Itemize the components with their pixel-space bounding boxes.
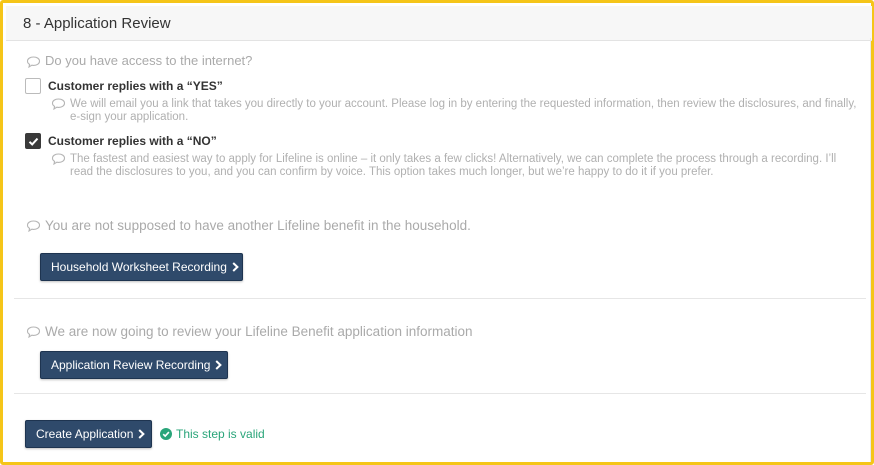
create-application-button[interactable]: Create Application [25,420,152,448]
question-internet-text: Do you have access to the internet? [45,53,253,68]
question-application-review: We are now going to review your Lifeline… [26,324,473,339]
step-title: 8 - Application Review [23,15,171,32]
household-worksheet-recording-label: Household Worksheet Recording [51,260,227,274]
section-divider [14,393,866,394]
option-yes-description-text: We will email you a link that takes you … [70,98,857,123]
panel-divider [870,38,871,462]
application-review-recording-label: Application Review Recording [51,358,211,372]
section-divider [14,298,866,299]
check-circle-icon [160,428,172,440]
option-no-description: The fastest and easiest way to apply for… [51,153,861,179]
comment-bubble-icon [51,153,66,165]
comment-bubble-icon [51,98,66,110]
comment-bubble-icon [26,220,41,233]
comment-bubble-icon [26,326,41,339]
household-worksheet-recording-button[interactable]: Household Worksheet Recording [40,253,243,281]
option-yes-description: We will email you a link that takes you … [51,98,861,124]
application-review-recording-button[interactable]: Application Review Recording [40,351,228,379]
option-no-description-text: The fastest and easiest way to apply for… [70,153,837,178]
question-application-review-text: We are now going to review your Lifeline… [45,324,473,339]
create-application-label: Create Application [36,427,134,441]
question-household-benefit-text: You are not supposed to have another Lif… [45,218,471,233]
option-yes-checkbox[interactable] [25,78,41,94]
step-header: 8 - Application Review [6,6,872,41]
option-no-checkbox[interactable] [25,133,41,149]
step-valid-text: This step is valid [176,427,265,441]
step-valid-status: This step is valid [160,427,265,441]
question-household-benefit: You are not supposed to have another Lif… [26,218,471,233]
option-yes-label[interactable]: Customer replies with a “YES” [48,79,223,93]
chevron-right-icon [232,262,239,272]
comment-bubble-icon [26,56,41,68]
checkmark-icon [28,137,39,146]
question-internet: Do you have access to the internet? [26,53,252,68]
chevron-right-icon [215,360,223,370]
chevron-right-icon [138,429,146,439]
option-no-label[interactable]: Customer replies with a “NO” [48,134,217,148]
